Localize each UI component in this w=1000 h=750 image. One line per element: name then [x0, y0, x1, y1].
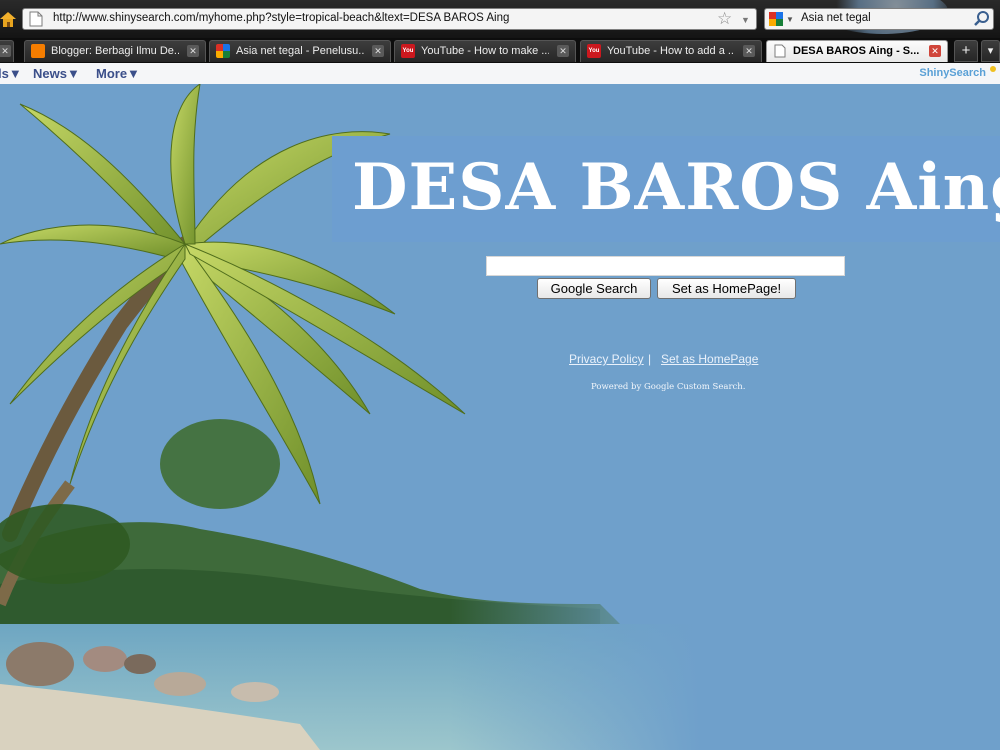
- page-title: DESA BAROS Aing: [352, 150, 1000, 225]
- logo-dot: [990, 66, 996, 72]
- address-bar[interactable]: http://www.shinysearch.com/myhome.php?st…: [22, 8, 757, 30]
- page-content: DESA BAROS Aing Google Search Set as Hom…: [0, 84, 1000, 750]
- engine-dropdown-icon[interactable]: ▼: [786, 10, 794, 30]
- browser-toolbar: http://www.shinysearch.com/myhome.php?st…: [0, 0, 1000, 38]
- close-icon[interactable]: ✕: [0, 45, 11, 57]
- tab-title: DESA BAROS Aing - S...: [793, 45, 920, 57]
- bookmark-star-icon[interactable]: ☆: [717, 9, 732, 29]
- title-banner: DESA BAROS Aing: [332, 136, 1000, 242]
- close-icon[interactable]: ✕: [187, 45, 199, 57]
- url-dropdown-icon[interactable]: ▼: [741, 10, 750, 30]
- close-icon[interactable]: ✕: [929, 45, 941, 57]
- page-icon: [774, 44, 786, 58]
- home-icon[interactable]: [0, 9, 16, 29]
- tab-list-button[interactable]: ▾: [981, 40, 1000, 62]
- shinysearch-logo[interactable]: ShinySearch: [919, 67, 986, 79]
- nav-item-tools[interactable]: ls▼: [0, 66, 22, 81]
- nav-item-news[interactable]: News▼: [33, 66, 80, 81]
- search-query: Asia net tegal: [801, 12, 871, 24]
- tab-strip: ✕ Blogger: Berbagi Ilmu De... ✕ Asia net…: [0, 38, 1000, 63]
- search-bar[interactable]: ▼ Asia net tegal: [764, 8, 994, 30]
- tab-title: YouTube - How to make ...: [421, 45, 549, 57]
- close-icon[interactable]: ✕: [743, 45, 755, 57]
- nav-item-more[interactable]: More▼: [96, 66, 140, 81]
- google-icon: [216, 44, 230, 58]
- tab-desa-baros[interactable]: DESA BAROS Aing - S... ✕: [766, 40, 948, 62]
- youtube-icon: You: [587, 44, 601, 58]
- powered-by-text: Powered by Google Custom Search.: [591, 382, 746, 392]
- link-separator: |: [648, 352, 652, 366]
- url-text: http://www.shinysearch.com/myhome.php?st…: [53, 12, 510, 24]
- tab-partial[interactable]: ✕: [0, 40, 14, 62]
- page-icon: [29, 11, 43, 27]
- tab-blogger[interactable]: Blogger: Berbagi Ilmu De... ✕: [24, 40, 206, 62]
- set-homepage-button[interactable]: Set as HomePage!: [657, 278, 796, 299]
- set-homepage-link[interactable]: Set as HomePage: [661, 352, 758, 366]
- tab-youtube-add[interactable]: You YouTube - How to add a ... ✕: [580, 40, 762, 62]
- search-icon[interactable]: [973, 10, 991, 28]
- google-icon[interactable]: [769, 12, 783, 26]
- close-icon[interactable]: ✕: [557, 45, 569, 57]
- tab-google-search[interactable]: Asia net tegal - Penelusu... ✕: [209, 40, 391, 62]
- tab-title: Blogger: Berbagi Ilmu De...: [51, 45, 179, 57]
- search-input[interactable]: [486, 256, 845, 276]
- tab-youtube-make[interactable]: You YouTube - How to make ... ✕: [394, 40, 576, 62]
- blogger-icon: [31, 44, 45, 58]
- tab-title: YouTube - How to add a ...: [607, 45, 735, 57]
- youtube-icon: You: [401, 44, 415, 58]
- site-navbar: ls▼ News▼ More▼ ShinySearch: [0, 63, 1000, 85]
- privacy-policy-link[interactable]: Privacy Policy: [569, 352, 644, 366]
- close-icon[interactable]: ✕: [372, 45, 384, 57]
- google-search-button[interactable]: Google Search: [537, 278, 651, 299]
- new-tab-button[interactable]: +: [954, 40, 978, 62]
- tab-title: Asia net tegal - Penelusu...: [236, 45, 364, 57]
